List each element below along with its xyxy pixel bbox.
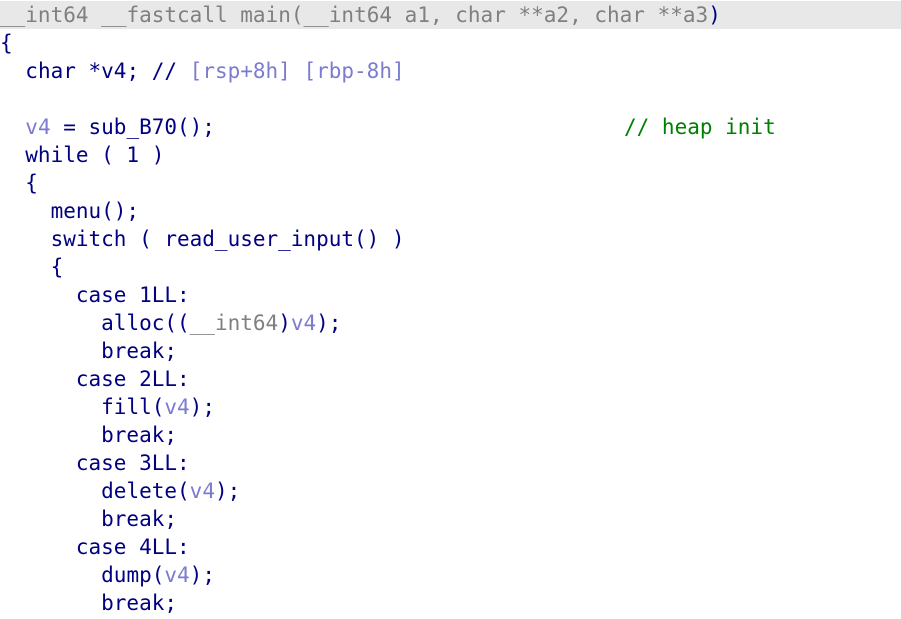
arg1-name[interactable]: a1 <box>405 3 430 27</box>
arg3-type: char <box>594 3 645 27</box>
call-end: ); <box>316 311 342 335</box>
variable-v4[interactable]: v4 <box>164 563 189 587</box>
close-paren: ) <box>708 3 721 27</box>
declaration-text[interactable]: char *v4; <box>25 59 151 83</box>
code-line-break[interactable]: break; <box>0 337 177 365</box>
variable-v4[interactable]: v4 <box>25 115 50 139</box>
code-line-switch[interactable]: switch ( read_user_input() ) <box>0 225 405 253</box>
cast-type: __int64 <box>189 311 279 335</box>
calling-convention: __fastcall <box>101 3 228 27</box>
code-line-delete-call[interactable]: delete(v4); <box>0 477 240 505</box>
code-line-dump-call[interactable]: dump(v4); <box>0 561 215 589</box>
call-end: ); <box>189 395 215 419</box>
cast-close-paren: ) <box>278 311 291 335</box>
code-line-break[interactable]: break; <box>0 589 177 617</box>
return-type: __int64 <box>0 3 89 27</box>
comma: , <box>429 3 456 27</box>
arg3-name[interactable]: **a3 <box>658 3 709 27</box>
dump-function[interactable]: dump( <box>101 563 164 587</box>
assignment-text[interactable]: = sub_B70(); <box>51 115 215 139</box>
stack-location-comment: [rsp+8h] [rbp-8h] <box>189 59 405 83</box>
code-line-break[interactable]: break; <box>0 421 177 449</box>
code-line-assignment[interactable]: v4 = sub_B70(); // heap init <box>0 113 901 141</box>
arg2-type: char <box>455 3 506 27</box>
function-signature-line[interactable]: __int64 __fastcall main(__int64 a1, char… <box>0 1 901 29</box>
open-paren: ( <box>290 3 304 27</box>
code-line-case-2[interactable]: case 2LL: <box>0 365 190 393</box>
pseudocode-view[interactable]: __int64 __fastcall main(__int64 a1, char… <box>0 0 901 619</box>
heap-init-comment: // heap init <box>624 115 776 139</box>
delete-function[interactable]: delete( <box>101 479 190 503</box>
call-end: ); <box>189 563 215 587</box>
code-line-break[interactable]: break; <box>0 505 177 533</box>
code-line-while[interactable]: while ( 1 ) <box>0 141 164 169</box>
code-line-while-open-brace[interactable]: { <box>0 169 38 197</box>
code-line-case-1[interactable]: case 1LL: <box>0 281 190 309</box>
fill-function[interactable]: fill( <box>101 395 164 419</box>
call-end: ); <box>214 479 241 503</box>
variable-v4[interactable]: v4 <box>164 395 189 419</box>
arg1-type: __int64 <box>303 3 393 27</box>
code-line-case-3[interactable]: case 3LL: <box>0 449 190 477</box>
code-line-alloc-call[interactable]: alloc((__int64)v4); <box>0 309 341 337</box>
code-line-menu-call[interactable]: menu(); <box>0 197 140 225</box>
function-name[interactable]: main <box>240 3 291 27</box>
arg2-name[interactable]: **a2 <box>519 3 570 27</box>
code-line-case-4[interactable]: case 4LL: <box>0 533 190 561</box>
code-line-fill-call[interactable]: fill(v4); <box>0 393 215 421</box>
variable-v4[interactable]: v4 <box>190 479 215 503</box>
code-line-declaration[interactable]: char *v4; // [rsp+8h] [rbp-8h] <box>0 57 405 85</box>
alloc-function[interactable]: alloc(( <box>101 311 190 335</box>
code-line-open-brace[interactable]: { <box>0 29 13 57</box>
variable-v4[interactable]: v4 <box>291 311 316 335</box>
comment-slashes: // <box>151 59 190 83</box>
comma: , <box>569 3 595 27</box>
code-line-switch-open-brace[interactable]: { <box>0 253 64 281</box>
